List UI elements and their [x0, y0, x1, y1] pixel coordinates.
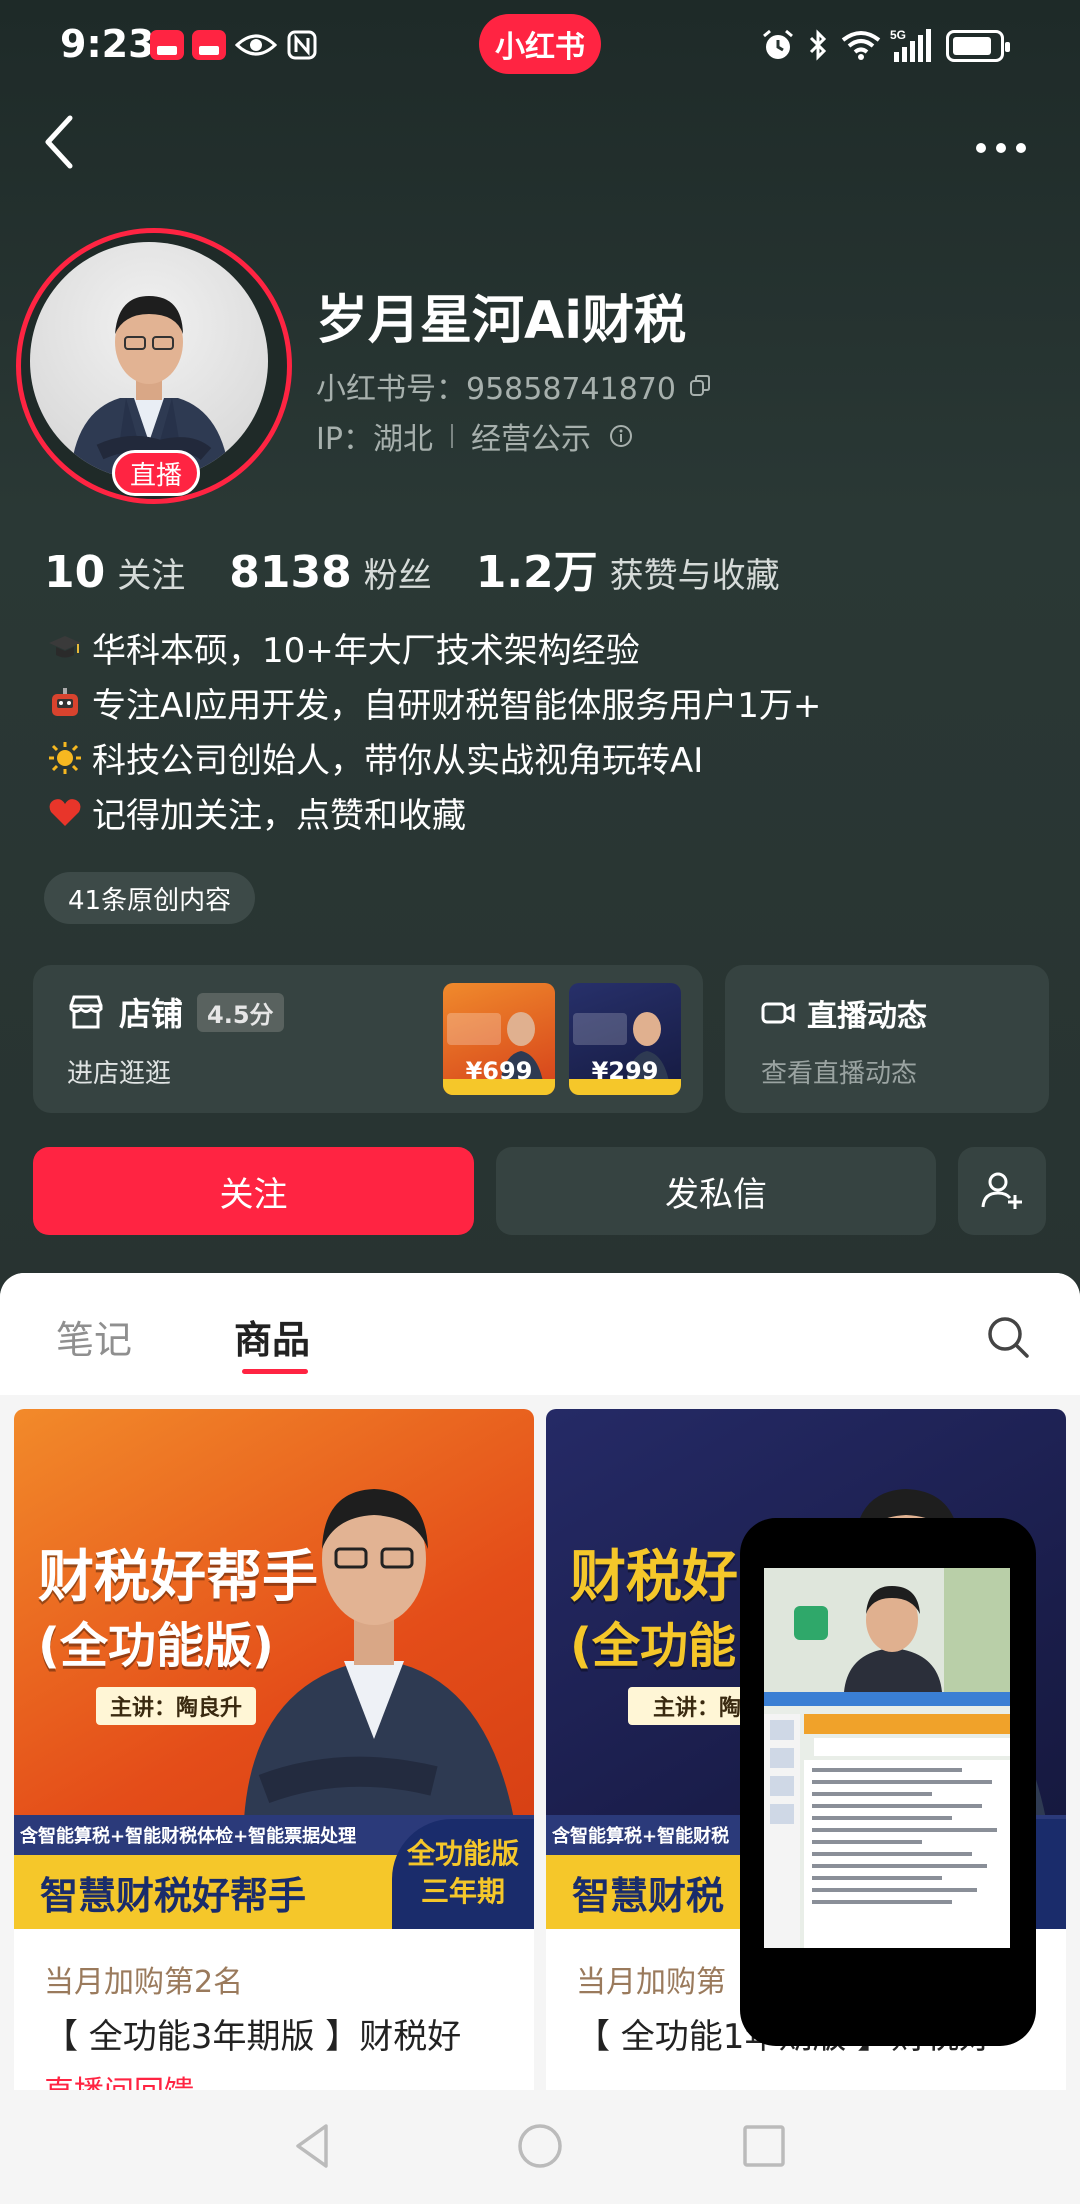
shop-score: 4.5分: [197, 992, 284, 1032]
search-icon: [988, 1317, 1029, 1358]
profile-name: 岁月星河Ai财税: [316, 291, 687, 351]
system-navigation-bar: [0, 2090, 1080, 2204]
nfc-icon: [286, 30, 318, 60]
alarm-icon: [758, 29, 798, 60]
poster-title: 财税好 (全功能: [570, 1545, 738, 1674]
nav-home-icon[interactable]: [516, 2122, 564, 2170]
graduation-cap-icon: [44, 627, 86, 669]
bluetooth-icon: [806, 29, 830, 61]
dot-icon: [976, 143, 986, 153]
profile-bio: 华科本硕，10+年大厂技术架构经验 专注AI应用开发，自研财税智能体服务用户1万…: [44, 620, 821, 840]
stat-likes-collects[interactable]: 1.2万 获赞与收藏: [476, 536, 780, 600]
bio-line: 记得加关注，点赞和收藏: [44, 785, 821, 840]
add-user-icon: [981, 1172, 1022, 1209]
poster-lecturer: 主讲：陶良升: [96, 1687, 256, 1725]
product-card[interactable]: 财税好帮手 (全功能版) 主讲：陶良升 含智能算税+智能财税体检+智能票据处理 智…: [14, 1409, 534, 2109]
product-rank: 当月加购第: [576, 1965, 726, 2000]
red-id-text: 小红书号：95858741870: [316, 372, 676, 407]
message-button[interactable]: 发私信: [496, 1147, 936, 1235]
tab-bar: 笔记 商品: [0, 1273, 1080, 1395]
bio-line: 华科本硕，10+年大厂技术架构经验: [44, 620, 821, 675]
avatar[interactable]: [30, 242, 268, 480]
business-info-link[interactable]: 经营公示: [471, 414, 591, 458]
search-button[interactable]: [984, 1313, 1032, 1361]
wifi-icon: [840, 30, 882, 60]
ip-location: IP：湖北: [316, 422, 433, 457]
shop-product-thumbnail[interactable]: ¥699: [443, 983, 555, 1095]
red-id-row[interactable]: 小红书号：95858741870: [316, 364, 712, 408]
product-image: 财税好帮手 (全功能版) 主讲：陶良升 含智能算税+智能财税体检+智能票据处理 智…: [14, 1409, 534, 1929]
live-card-subtitle: 查看直播动态: [761, 1059, 918, 1089]
profile-stats: 10 关注 8138 粉丝 1.2万 获赞与收藏: [44, 536, 824, 600]
cellular-signal-icon: 5G: [890, 28, 934, 62]
copy-icon[interactable]: [688, 374, 712, 398]
back-button[interactable]: [40, 112, 90, 182]
floating-live-video[interactable]: [740, 1518, 1036, 2046]
original-content-tag[interactable]: 41条原创内容: [44, 872, 256, 924]
thumbnail-price: ¥299: [591, 1057, 659, 1085]
divider: [450, 424, 453, 448]
bio-line: 科技公司创始人，带你从实战视角玩转AI: [44, 730, 821, 785]
active-tab-indicator: [242, 1369, 308, 1374]
thumbnail-price: ¥699: [465, 1057, 533, 1085]
shop-subtitle: 进店逛逛: [67, 1059, 172, 1089]
poster-title: 财税好帮手 (全功能版): [38, 1545, 318, 1674]
stat-following[interactable]: 10 关注: [44, 547, 185, 598]
more-options-button[interactable]: [976, 128, 1036, 168]
shop-title-row: 店铺 4.5分: [67, 989, 284, 1035]
shop-title: 店铺: [119, 995, 184, 1033]
live-title-row: 直播动态: [761, 991, 927, 1035]
poster-edition-badge: 全功能版 三年期: [392, 1819, 534, 1929]
robot-icon: [44, 682, 86, 724]
nav-back-icon[interactable]: [292, 2122, 332, 2170]
status-bar: 9:23 小红书 5G: [0, 0, 1080, 92]
red-heart-icon: [44, 792, 86, 834]
status-time: 9:23: [60, 22, 155, 66]
product-rank: 当月加购第2名: [44, 1965, 244, 2000]
tab-goods[interactable]: 商品: [234, 1309, 310, 1364]
follow-button[interactable]: 关注: [33, 1147, 474, 1235]
svg-text:5G: 5G: [890, 28, 906, 42]
app-logo-pill: 小红书: [479, 14, 601, 74]
stat-fans[interactable]: 8138 粉丝: [229, 547, 431, 598]
info-icon[interactable]: [609, 424, 633, 448]
eye-icon: [234, 30, 278, 60]
notification-app-icon: [192, 30, 226, 60]
shop-icon: [69, 995, 103, 1029]
live-card-title: 直播动态: [807, 999, 927, 1034]
shop-product-thumbnail[interactable]: ¥299: [569, 983, 681, 1095]
shop-card[interactable]: 店铺 4.5分 进店逛逛 ¥699 ¥299: [33, 965, 703, 1113]
product-title: 【 全功能3年期版 】财税好: [44, 2017, 462, 2057]
live-badge: 直播: [112, 450, 200, 496]
live-updates-card[interactable]: 直播动态 查看直播动态: [725, 965, 1049, 1113]
add-friend-button[interactable]: [958, 1147, 1046, 1235]
ip-row: IP：湖北 经营公示: [316, 414, 633, 458]
battery-icon: [946, 30, 1010, 62]
nav-recents-icon[interactable]: [742, 2124, 786, 2168]
live-video-frame: [764, 1568, 1010, 1948]
dot-icon: [1016, 143, 1026, 153]
notification-app-icon: [150, 30, 184, 60]
tab-notes[interactable]: 笔记: [56, 1309, 132, 1364]
sun-icon: [44, 737, 86, 779]
bio-line: 专注AI应用开发，自研财税智能体服务用户1万+: [44, 675, 821, 730]
dot-icon: [996, 143, 1006, 153]
live-camera-icon: [761, 1002, 795, 1024]
